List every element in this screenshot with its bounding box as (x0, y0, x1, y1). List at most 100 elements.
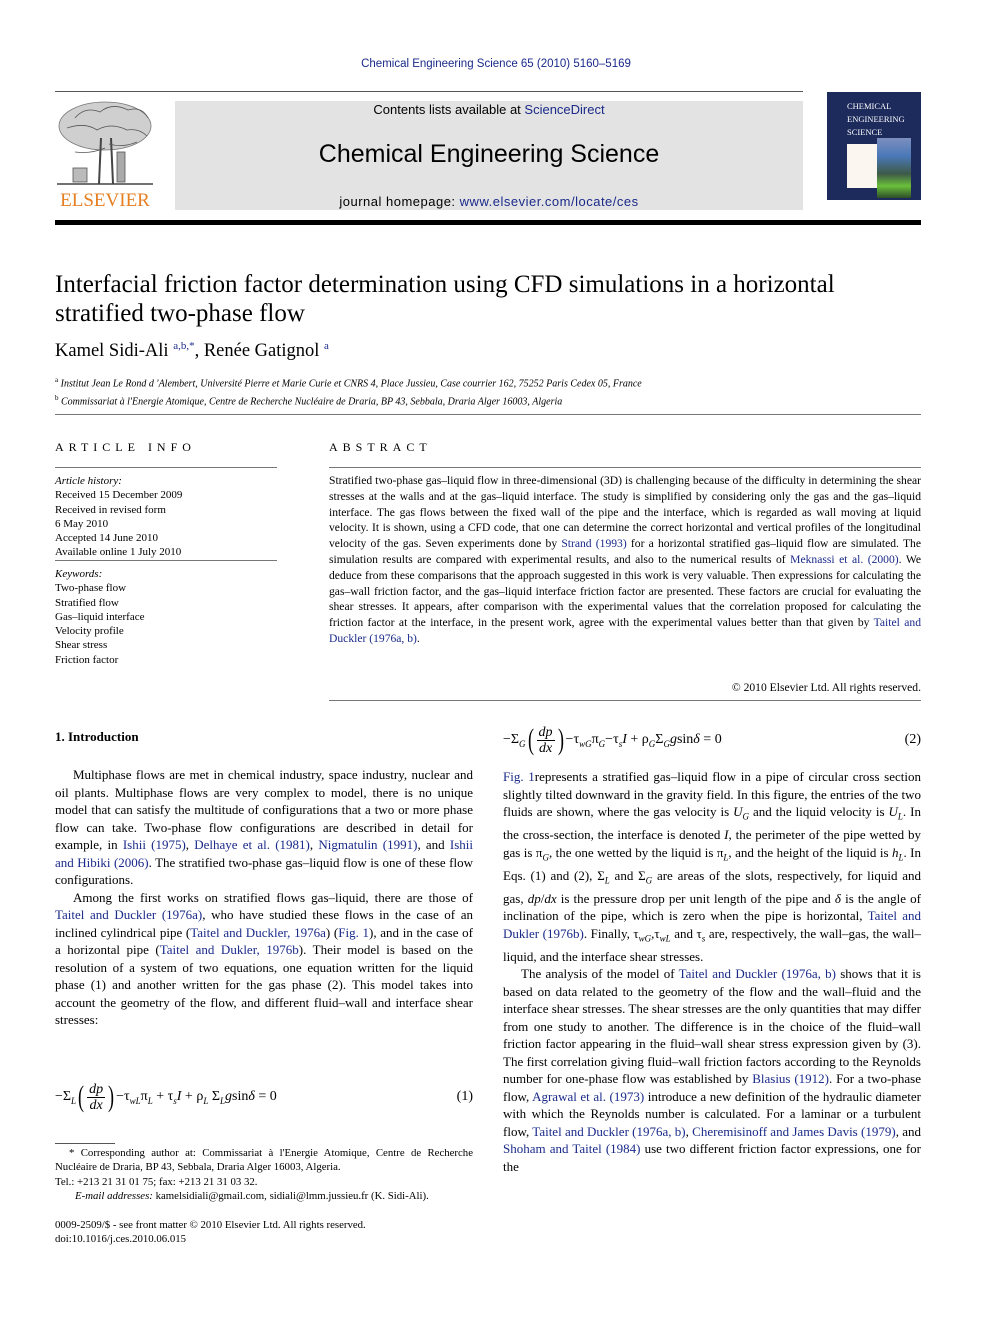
contents-available-line: Contents lists available at ScienceDirec… (175, 102, 803, 117)
citation-link[interactable]: Ishii (1975) (123, 837, 186, 852)
keyword-item: Shear stress (55, 639, 108, 652)
citation-link[interactable]: Meknassi et al. (2000) (790, 553, 898, 566)
tree-icon (57, 101, 153, 185)
article-info-heading: ARTICLE INFO (55, 440, 196, 454)
history-item: Accepted 14 June 2010 (55, 532, 158, 545)
text-run: , (185, 837, 195, 852)
author-list: Kamel Sidi-Ali a,b,*, Renée Gatignol a (55, 340, 329, 361)
cover-title-line: ENGINEERING (847, 114, 905, 124)
citation-link[interactable]: Strand (1993) (561, 537, 626, 550)
citation-link[interactable]: Taitel and Duckler (1976a, b) (532, 1124, 685, 1139)
keywords: Keywords: Two-phase flow Stratified flow… (55, 567, 145, 667)
journal-homepage-link[interactable]: www.elsevier.com/locate/ces (460, 194, 639, 209)
intro-right-column: Fig. 1represents a stratified gas–liquid… (503, 768, 921, 1175)
journal-cover-image: CHEMICAL ENGINEERING SCIENCE (827, 92, 921, 209)
citation-link[interactable]: Taitel and Dukler, 1976b (160, 942, 299, 957)
affiliation-mark: b (55, 394, 59, 403)
abstract-rule (329, 467, 921, 468)
text-run: shows that it is based on data related t… (503, 966, 921, 1087)
author-affiliation-marks[interactable]: a,b, (173, 340, 189, 352)
cover-photo-collage (877, 138, 911, 198)
paragraph: Among the first works on stratified flow… (55, 889, 473, 1029)
article-title: Interfacial friction factor determinatio… (55, 271, 835, 327)
corresponding-author-mark[interactable]: * (189, 340, 195, 352)
citation-link[interactable]: Shoham and Taitel (1984) (503, 1141, 641, 1156)
article-history: Article history: Received 15 December 20… (55, 474, 182, 560)
keyword-item: Velocity profile (55, 625, 124, 638)
citation-link[interactable]: Taitel and Dukler (1976b) (503, 908, 921, 941)
footnote: * Corresponding author at: Commissariat … (55, 1146, 473, 1203)
text-run: , and (417, 837, 450, 852)
keyword-item: Two-phase flow (55, 582, 127, 595)
email-addresses[interactable]: kamelsidiali@gmail.com, sidiali@lmm.juss… (153, 1190, 429, 1202)
article-info-rule (55, 560, 277, 561)
text-run: , and (895, 1123, 921, 1139)
section-heading-introduction: 1. Introduction (55, 729, 139, 744)
author-affiliation-marks[interactable]: a (324, 340, 329, 352)
abstract-text: Stratified two-phase gas–liquid flow in … (329, 473, 921, 647)
cover-bottom-strip (827, 200, 921, 209)
author-name[interactable]: Renée Gatignol (204, 341, 320, 361)
corresponding-author-note: * Corresponding author at: Commissariat … (55, 1147, 473, 1174)
text-run: The analysis of the model of (521, 966, 679, 982)
affiliation-item: b Commissariat à l'Energie Atomique, Cen… (55, 391, 642, 409)
equation-2: −ΣG (dp dx) −τwGπG−τsI + ρGΣGgsinδ = 0 (2… (503, 723, 921, 756)
sciencedirect-link[interactable]: ScienceDirect (524, 102, 604, 117)
contact-numbers: Tel.: +213 21 31 01 75; fax: +213 21 31 … (55, 1175, 258, 1188)
history-label: Article history: (55, 475, 122, 487)
elsevier-wordmark: ELSEVIER (60, 190, 150, 211)
keyword-item: Friction factor (55, 653, 119, 666)
history-item: Received 15 December 2009 (55, 489, 183, 502)
affiliation-mark: a (55, 376, 59, 384)
citation-link[interactable]: Blasius (1912) (752, 1071, 829, 1086)
issn-line: 0009-2509/$ - see front matter © 2010 El… (55, 1219, 366, 1231)
citation-link[interactable]: Delhaye et al. (1981) (194, 837, 310, 852)
front-matter: 0009-2509/$ - see front matter © 2010 El… (55, 1218, 366, 1247)
paragraph: Fig. 1represents a stratified gas–liquid… (503, 769, 922, 964)
intro-left-column: Multiphase flows are met in chemical ind… (55, 766, 473, 1029)
text-run: ) ( (325, 924, 339, 940)
author-name[interactable]: Kamel Sidi-Ali (55, 341, 169, 361)
journal-citation-link[interactable]: Chemical Engineering Science 65 (2010) 5… (0, 58, 992, 70)
footnote-rule (55, 1143, 115, 1144)
text-run: Among the first works on stratified flow… (73, 889, 473, 905)
citation-link[interactable]: Fig. 1 (338, 925, 369, 940)
header-top-rule (55, 91, 803, 92)
keyword-item: Gas–liquid interface (55, 610, 145, 623)
figure-link[interactable]: Fig. 1 (503, 769, 535, 784)
section-divider (55, 414, 921, 415)
equation-1: −ΣL (dp dx) −τwLπL + τsI + ρL ΣLgsinδ = 0… (55, 1080, 473, 1113)
article-info-rule (55, 467, 277, 468)
email-label: E-mail addresses: (75, 1189, 153, 1202)
citation-link[interactable]: Taitel and Duckler, 1976a (190, 925, 326, 940)
affiliation-item: a Institut Jean Le Rond d 'Alembert, Uni… (55, 373, 642, 391)
cover-title-line: CHEMICAL (847, 101, 892, 111)
history-item: 6 May 2010 (55, 517, 109, 530)
citation-link[interactable]: Taitel and Duckler (1976a) (55, 907, 202, 922)
abstract-heading: ABSTRACT (329, 440, 432, 454)
journal-title: Chemical Engineering Science (318, 140, 660, 168)
journal-homepage-line: journal homepage: www.elsevier.com/locat… (175, 194, 803, 209)
abstract-rule (329, 700, 921, 701)
copyright-notice: © 2010 Elsevier Ltd. All rights reserved… (731, 681, 921, 694)
keyword-item: Stratified flow (55, 596, 119, 609)
history-item: Available online 1 July 2010 (55, 546, 182, 559)
equation-number: (2) (904, 732, 921, 747)
contents-prefix: Contents lists available at (373, 102, 525, 117)
citation-link[interactable]: Nigmatulin (1991) (318, 837, 417, 852)
text-run: . (416, 631, 420, 645)
paragraph: The analysis of the model of Taitel and … (503, 965, 921, 1175)
header-thick-rule (55, 220, 921, 225)
paragraph: Multiphase flows are met in chemical ind… (55, 766, 473, 889)
affiliation-text: Institut Jean Le Rond d 'Alembert, Unive… (60, 378, 642, 390)
homepage-prefix: journal homepage: (339, 194, 460, 209)
cover-title-line: SCIENCE (847, 127, 883, 137)
affiliation-text: Commissariat à l'Energie Atomique, Centr… (61, 396, 563, 408)
citation-link[interactable]: Cheremisinoff and James Davis (1979) (692, 1124, 896, 1139)
citation-link[interactable]: Taitel and Duckler (1976a, b) (679, 966, 836, 981)
affiliations: a Institut Jean Le Rond d 'Alembert, Uni… (55, 373, 642, 410)
equation-number: (1) (456, 1089, 473, 1104)
history-item: Received in revised form (55, 503, 166, 516)
citation-link[interactable]: Agrawal et al. (1973) (532, 1089, 644, 1104)
doi-link[interactable]: doi:10.1016/j.ces.2010.06.015 (55, 1232, 366, 1246)
